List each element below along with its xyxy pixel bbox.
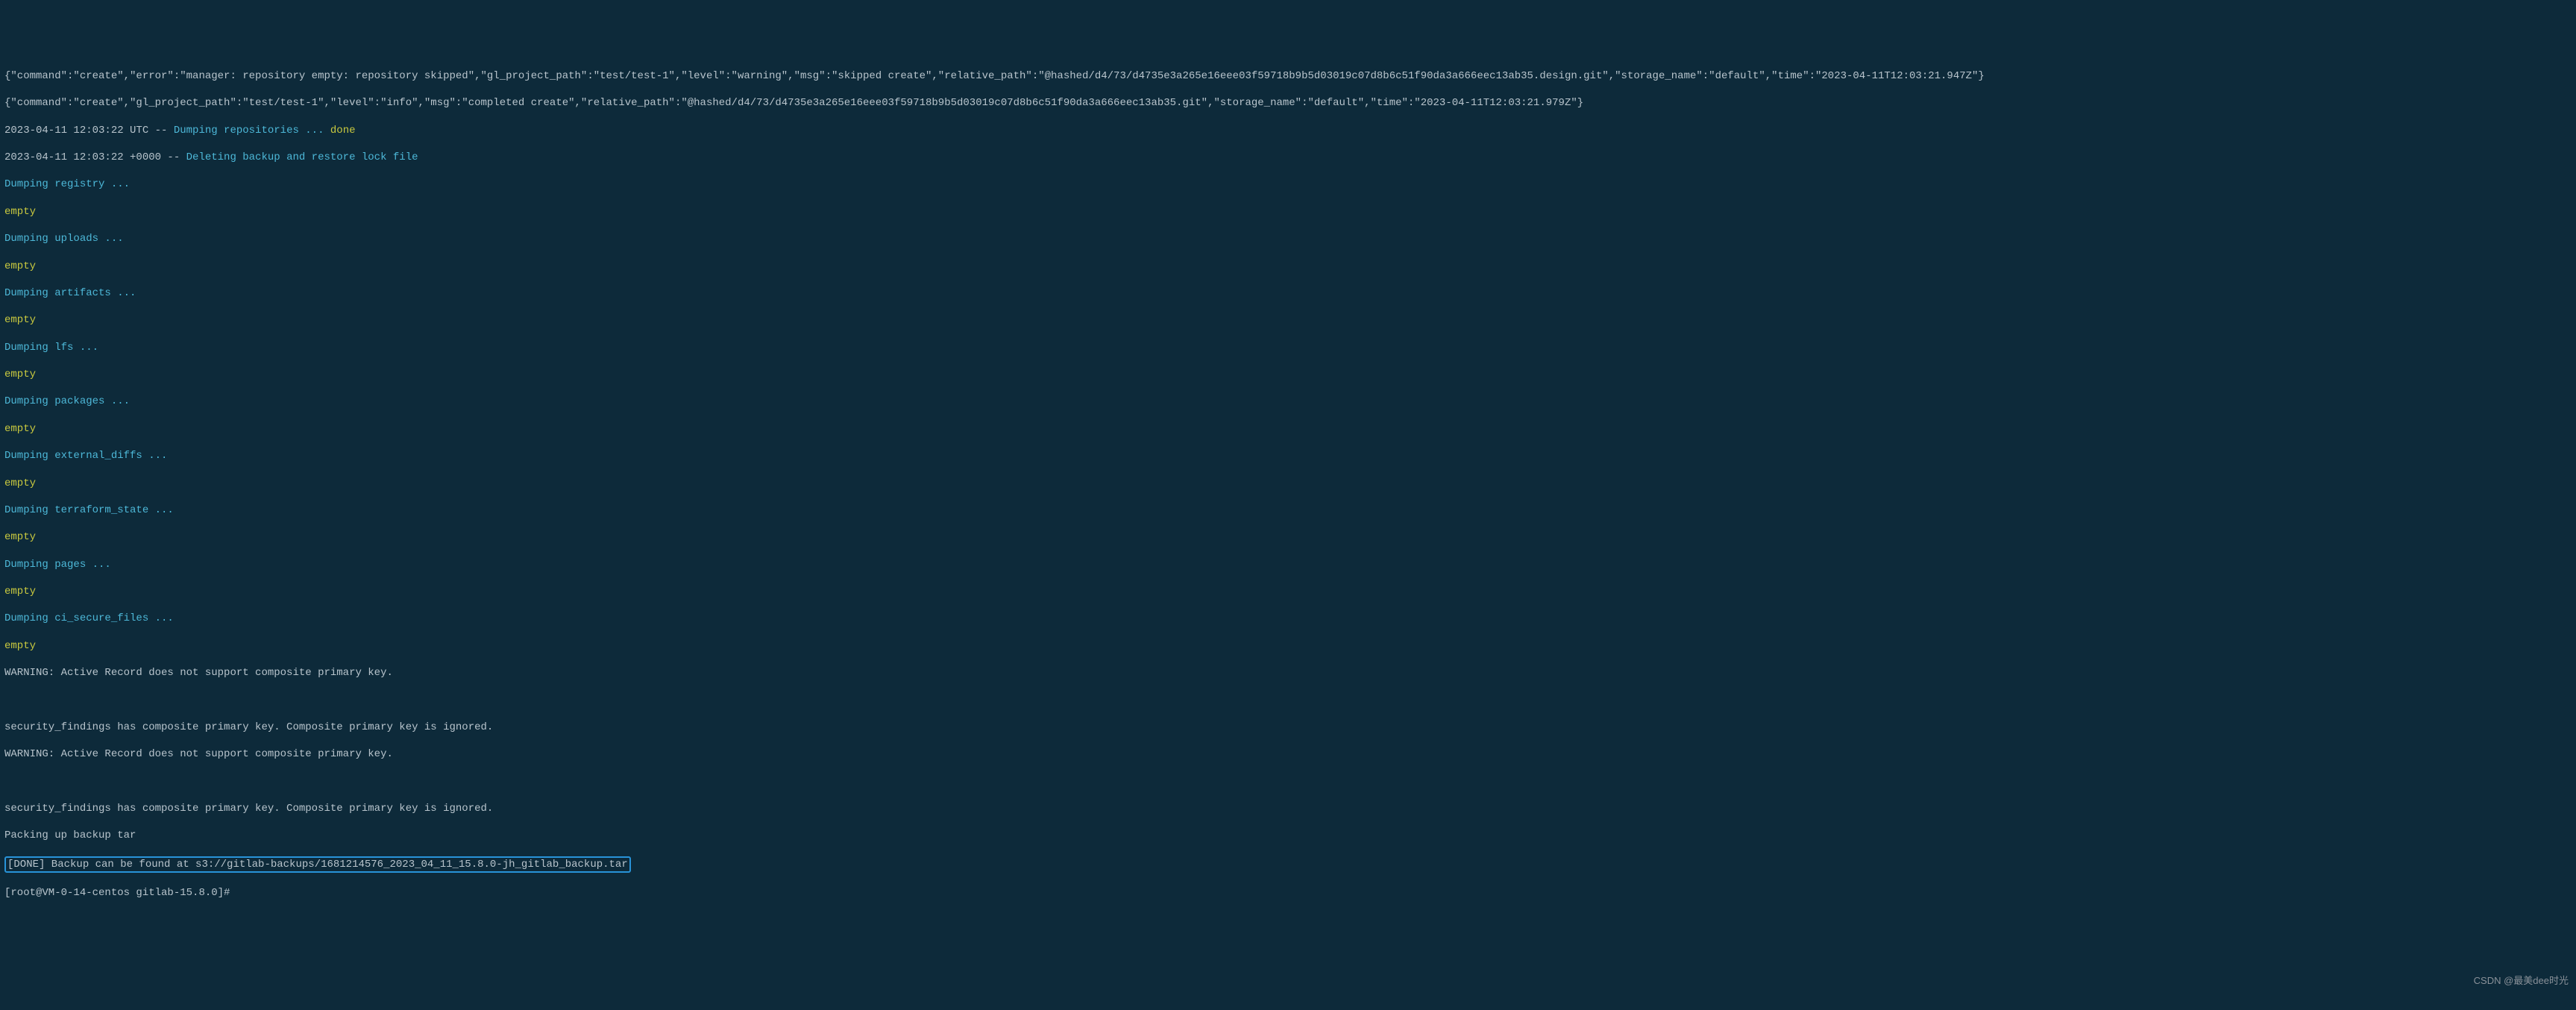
empty-status: empty <box>4 205 2572 219</box>
security-findings-msg: security_findings has composite primary … <box>4 721 2572 734</box>
shell-prompt[interactable]: [root@VM-0-14-centos gitlab-15.8.0]# <box>4 886 2572 900</box>
warning-msg: WARNING: Active Record does not support … <box>4 666 2572 680</box>
dump-external-diffs-msg: Dumping external_diffs ... <box>4 449 2572 462</box>
done-backup-highlight: [DONE] Backup can be found at s3://gitla… <box>4 856 2572 873</box>
empty-status: empty <box>4 530 2572 544</box>
watermark-text: CSDN @最美dee时光 <box>2474 975 2569 988</box>
empty-status: empty <box>4 585 2572 598</box>
dump-terraform-msg: Dumping terraform_state ... <box>4 504 2572 517</box>
timestamp-tz: 2023-04-11 12:03:22 +0000 -- <box>4 151 186 163</box>
log-json-line: {"command":"create","gl_project_path":"t… <box>4 96 2572 110</box>
dump-registry-msg: Dumping registry ... <box>4 178 2572 191</box>
done-status: done <box>330 125 356 137</box>
packing-msg: Packing up backup tar <box>4 829 2572 842</box>
blank-line <box>4 775 2572 788</box>
done-backup-msg: [DONE] Backup can be found at s3://gitla… <box>4 856 631 873</box>
dump-lfs-msg: Dumping lfs ... <box>4 341 2572 354</box>
empty-status: empty <box>4 313 2572 327</box>
warning-msg: WARNING: Active Record does not support … <box>4 747 2572 761</box>
dump-uploads-msg: Dumping uploads ... <box>4 232 2572 245</box>
terminal-output[interactable]: {"command":"create","error":"manager: re… <box>4 56 2572 914</box>
empty-status: empty <box>4 422 2572 436</box>
log-line: 2023-04-11 12:03:22 UTC -- Dumping repos… <box>4 124 2572 137</box>
log-line: 2023-04-11 12:03:22 +0000 -- Deleting ba… <box>4 151 2572 164</box>
dump-ci-secure-msg: Dumping ci_secure_files ... <box>4 612 2572 625</box>
empty-status: empty <box>4 260 2572 273</box>
timestamp-utc: 2023-04-11 12:03:22 UTC -- <box>4 125 174 137</box>
dump-artifacts-msg: Dumping artifacts ... <box>4 286 2572 300</box>
log-json-line: {"command":"create","error":"manager: re… <box>4 69 2572 83</box>
dump-packages-msg: Dumping packages ... <box>4 395 2572 408</box>
dump-repos-msg: Dumping repositories ... <box>174 125 330 137</box>
empty-status: empty <box>4 477 2572 490</box>
delete-lock-msg: Deleting backup and restore lock file <box>186 151 418 163</box>
security-findings-msg: security_findings has composite primary … <box>4 802 2572 815</box>
empty-status: empty <box>4 368 2572 381</box>
blank-line <box>4 694 2572 707</box>
empty-status: empty <box>4 639 2572 653</box>
dump-pages-msg: Dumping pages ... <box>4 558 2572 571</box>
